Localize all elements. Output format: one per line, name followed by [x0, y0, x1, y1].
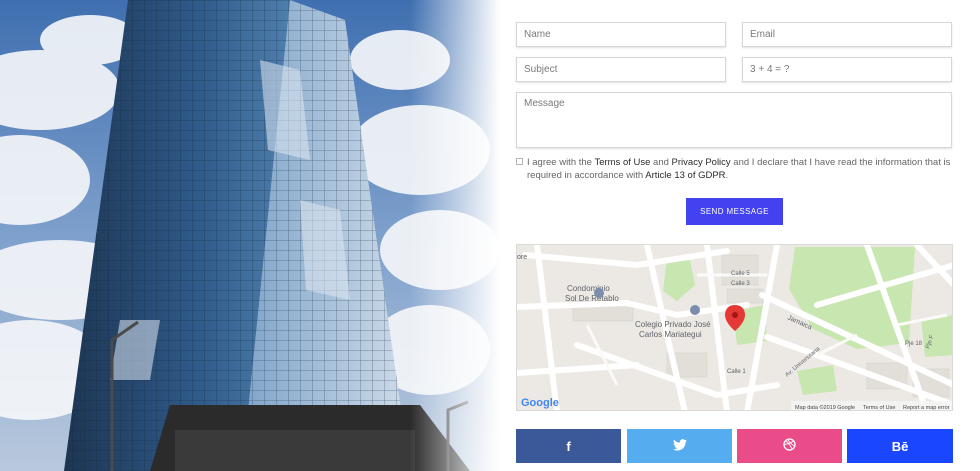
- google-logo[interactable]: Google: [521, 397, 559, 409]
- name-field[interactable]: [516, 22, 726, 47]
- gdpr-article-link[interactable]: Article 13 of GDPR: [645, 170, 725, 181]
- consent-suffix: .: [725, 170, 729, 181]
- dribbble-icon: [783, 438, 796, 454]
- behance-button[interactable]: Bē: [847, 429, 953, 463]
- map-terms-link[interactable]: Terms of Use: [863, 405, 895, 411]
- facebook-button[interactable]: f: [516, 429, 621, 463]
- map-label-calle1: Calle 1: [727, 369, 746, 375]
- map-label-pje18: Pje 18: [905, 341, 923, 347]
- consent-prefix: I agree with the: [527, 157, 595, 168]
- terms-link[interactable]: Terms of Use: [594, 157, 650, 168]
- captcha-field[interactable]: [742, 57, 952, 82]
- map-label-calle3: Calle 3: [731, 281, 750, 287]
- consent-and: and: [650, 157, 672, 168]
- send-message-button[interactable]: SEND MESSAGE: [686, 198, 783, 225]
- location-map[interactable]: Condominio Sol De Retablo Colegio Privad…: [516, 244, 953, 411]
- behance-icon: Bē: [891, 438, 909, 454]
- privacy-link[interactable]: Privacy Policy: [672, 157, 731, 168]
- subject-field[interactable]: [516, 57, 726, 82]
- building-photo: [0, 0, 500, 471]
- email-field[interactable]: [742, 22, 952, 47]
- facebook-icon: f: [566, 438, 571, 454]
- map-label-calle5: Calle 5: [731, 271, 750, 277]
- twitter-icon: [672, 438, 687, 454]
- dribbble-button[interactable]: [737, 429, 842, 463]
- map-label-sol-retablo: Sol De Retablo: [565, 294, 619, 303]
- map-data-attribution: Map data ©2019 Google: [795, 404, 855, 411]
- message-field[interactable]: [516, 92, 952, 148]
- consent-checkbox[interactable]: [516, 158, 523, 165]
- map-report-link[interactable]: Report a map error: [903, 405, 950, 411]
- consent-text: I agree with the Terms of Use and Privac…: [527, 156, 952, 182]
- twitter-button[interactable]: [627, 429, 732, 463]
- map-label-ore: ore: [517, 254, 527, 261]
- gdpr-consent: I agree with the Terms of Use and Privac…: [516, 156, 952, 182]
- map-label-colegio: Colegio Privado José: [635, 320, 711, 329]
- map-label-mariategui: Carlos Mariategui: [639, 330, 702, 339]
